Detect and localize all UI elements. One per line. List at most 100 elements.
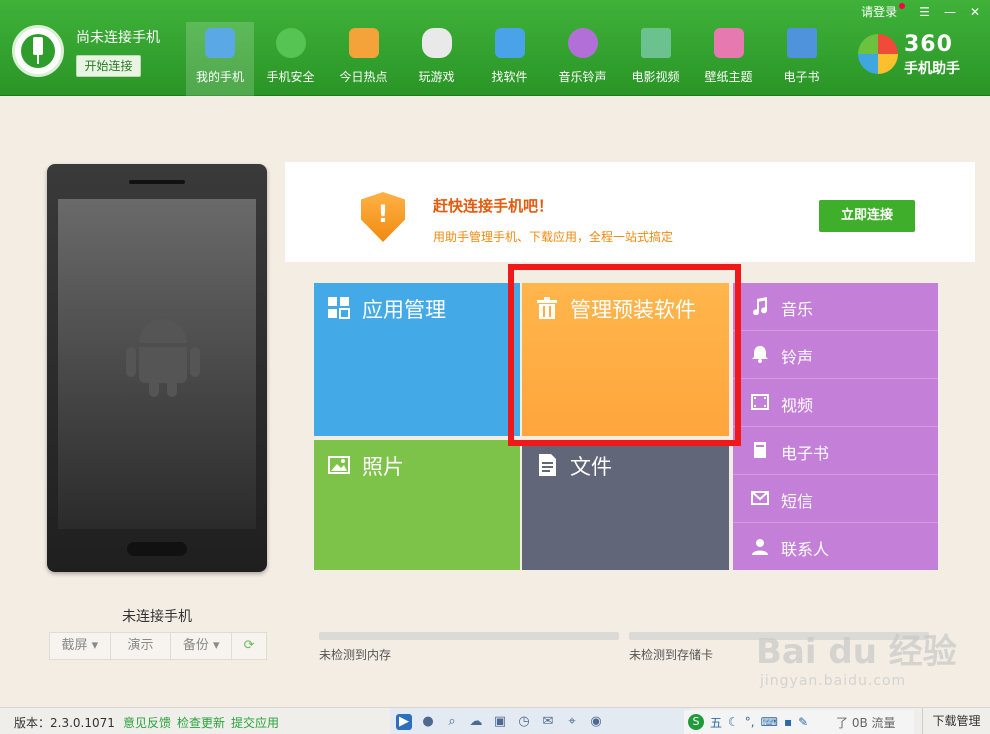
watermark-line2: jingyan.baidu.com (760, 673, 907, 689)
menu-icon[interactable]: ☰ (919, 5, 930, 19)
picture-icon (713, 28, 744, 58)
book-icon (786, 28, 817, 58)
mail-icon (751, 489, 769, 507)
phone-toolbar: 截屏 ▾ 演示 备份 ▾ ⟳ (49, 632, 267, 660)
nav-hot-today[interactable]: 今日热点 (327, 22, 400, 96)
media-item-contacts[interactable]: 联系人 (733, 523, 938, 571)
wrench-icon[interactable]: ✎ (798, 715, 808, 729)
tile-label: 照片 (362, 455, 404, 479)
logo-text-bottom: 手机助手 (904, 61, 960, 77)
star-icon (348, 28, 379, 58)
nav-find-software[interactable]: 找软件 (473, 22, 546, 96)
clock-icon[interactable]: ◷ (516, 714, 532, 730)
usb-connection-icon (12, 25, 64, 77)
nav-movies-video[interactable]: 电影视频 (619, 22, 692, 96)
keyboard-icon[interactable]: ⌨ (761, 715, 778, 729)
nav-games[interactable]: 玩游戏 (400, 22, 473, 96)
logo-ball-icon (858, 34, 898, 74)
tile-photos[interactable]: 照片 (314, 440, 520, 570)
tile-media-list: 音乐 铃声 视频 电子书 短信 联系人 (733, 283, 938, 570)
gamepad-icon (421, 28, 452, 58)
user-small-icon[interactable]: ▪ (784, 715, 792, 729)
warning-shield-icon: ! (361, 192, 405, 242)
minimize-icon[interactable]: — (944, 5, 956, 19)
media-item-sms[interactable]: 短信 (733, 475, 938, 523)
cloud-icon[interactable]: ☁ (468, 714, 484, 730)
shield-icon (275, 28, 306, 58)
chat-icon[interactable]: ◉ (588, 714, 604, 730)
search-icon[interactable]: ⌕ (444, 714, 460, 730)
window-controls: 请登录 ☰ — ✕ (861, 3, 980, 20)
login-label: 请登录 (861, 5, 898, 19)
music-note-icon (751, 297, 769, 316)
media-label: 铃声 (781, 348, 814, 367)
nav-ebooks[interactable]: 电子书 (765, 22, 838, 96)
phone-mockup (47, 164, 267, 572)
video-icon (751, 393, 769, 411)
nav-label: 手机安全 (266, 70, 315, 84)
document-icon (539, 454, 556, 476)
backup-button[interactable]: 备份 ▾ (171, 633, 233, 659)
nav-wallpaper-themes[interactable]: 壁纸主题 (692, 22, 765, 96)
phone-icon (205, 28, 235, 58)
connection-status-title: 尚未连接手机 (76, 30, 160, 46)
grid-icon (328, 297, 350, 319)
media-label: 联系人 (781, 540, 830, 559)
download-manage-button[interactable]: 下载管理 (922, 708, 990, 734)
version-label: 版本：2.3.0.1071 (14, 716, 115, 730)
media-item-ringtones[interactable]: 铃声 (733, 331, 938, 379)
ime-mode[interactable]: 五 (710, 714, 722, 731)
status-bar: 版本：2.3.0.1071 意见反馈 检查更新 提交应用 ▶ ● ⌕ ☁ ▣ ◷… (0, 707, 990, 734)
close-icon[interactable]: ✕ (970, 5, 980, 19)
ebook-icon (751, 441, 769, 459)
tile-app-manage[interactable]: 应用管理 (314, 283, 520, 436)
nav-label: 找软件 (491, 70, 528, 84)
nav-my-phone[interactable]: 我的手机 (186, 22, 254, 96)
refresh-icon[interactable]: ⟳ (232, 633, 266, 659)
nav-music-ringtones[interactable]: 音乐铃声 (546, 22, 619, 96)
media-label: 视频 (781, 396, 814, 415)
nav-label: 玩游戏 (418, 70, 455, 84)
traffic-label: 了 0B 流量 (836, 716, 896, 730)
tile-files[interactable]: 文件 (522, 440, 729, 570)
window-icon[interactable]: ▣ (492, 714, 508, 730)
system-tray: ▶ ● ⌕ ☁ ▣ ◷ ✉ ⌖ ◉ (390, 708, 690, 734)
moon-icon[interactable]: ☾ (728, 715, 739, 729)
login-link[interactable]: 请登录 (861, 3, 906, 20)
demo-button[interactable]: 演示 (111, 633, 172, 659)
media-label: 电子书 (781, 444, 830, 463)
film-icon (640, 28, 671, 58)
main-nav: 我的手机 手机安全 今日热点 玩游戏 找软件 音乐铃声 电影视频 壁纸主题 电子… (186, 22, 838, 96)
shield-mark: ! (377, 200, 389, 228)
tile-label: 文件 (570, 455, 612, 479)
media-item-ebooks[interactable]: 电子书 (733, 427, 938, 475)
nav-phone-security[interactable]: 手机安全 (254, 22, 327, 96)
feedback-link[interactable]: 意见反馈 (123, 714, 171, 731)
sogou-icon[interactable]: S (688, 714, 704, 730)
screenshot-button[interactable]: 截屏 ▾ (50, 633, 111, 659)
nav-label: 壁纸主题 (704, 70, 753, 84)
satellite-icon[interactable]: ⌖ (564, 714, 580, 730)
message-icon[interactable]: ✉ (540, 714, 556, 730)
nav-label: 我的手机 (195, 70, 244, 84)
media-item-music[interactable]: 音乐 (733, 283, 938, 331)
memory-label: 未检测到内存 (319, 648, 392, 662)
media-item-video[interactable]: 视频 (733, 379, 938, 427)
user-icon[interactable]: ● (420, 714, 436, 730)
player-icon[interactable]: ▶ (396, 713, 412, 730)
start-connect-button[interactable]: 开始连接 (76, 55, 141, 77)
submit-app-link[interactable]: 提交应用 (231, 714, 279, 731)
phone-status-label: 未连接手机 (122, 609, 192, 625)
notification-dot (899, 3, 906, 9)
nav-label: 电子书 (783, 70, 820, 84)
phone-speaker (129, 180, 185, 184)
phone-home-button (127, 542, 187, 556)
watermark-line1: Bai du 经验 (756, 632, 957, 672)
check-update-link[interactable]: 检查更新 (177, 714, 225, 731)
memory-bar (319, 632, 619, 640)
punctuation-icon[interactable]: °, (745, 715, 755, 729)
footer-links: 意见反馈 检查更新 提交应用 (123, 714, 279, 731)
top-header: 尚未连接手机 开始连接 我的手机 手机安全 今日热点 玩游戏 找软件 音乐铃声 (0, 0, 990, 96)
bell-icon (751, 345, 769, 363)
connect-now-button[interactable]: 立即连接 (819, 200, 915, 232)
